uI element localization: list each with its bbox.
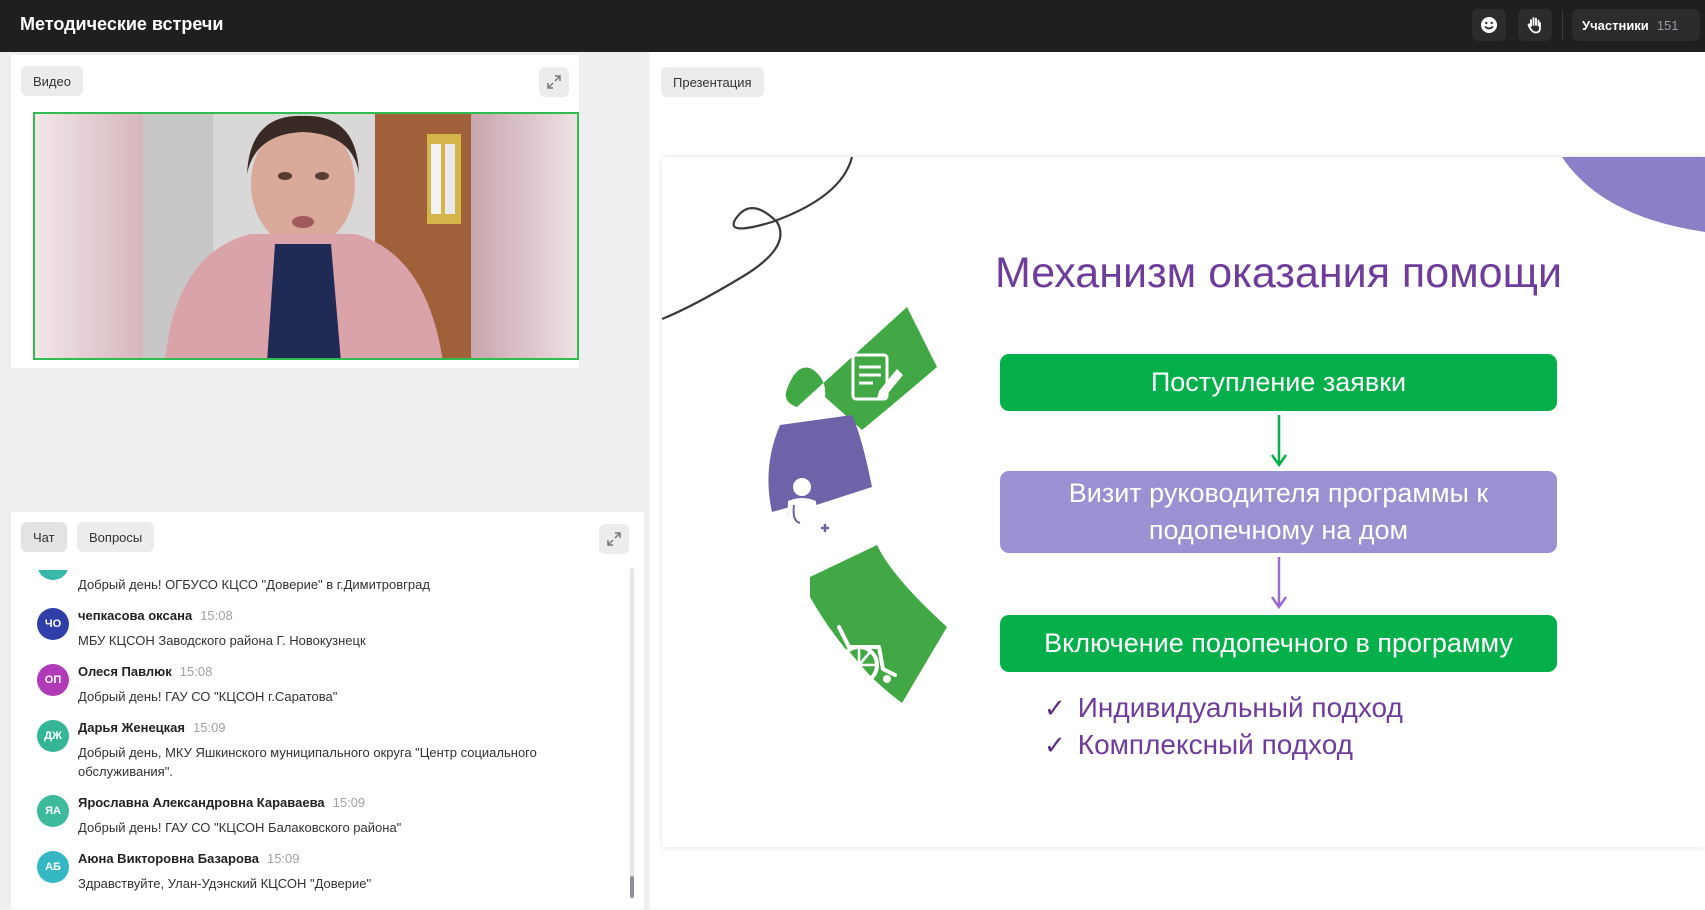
avatar: ДЖ [37, 720, 69, 752]
chat-message-text: Добрый день! ГАУ СО "КЦСОН Балаковского … [78, 820, 402, 835]
avatar: АР [37, 570, 69, 580]
chat-author: Ярославна Александровна Караваева 15:09 [78, 795, 365, 810]
checkmark-icon: ✓ [1044, 730, 1066, 760]
doctor-icon [786, 478, 834, 547]
chat-time: 15:09 [193, 720, 226, 735]
step-box: Поступление заявки [1000, 354, 1557, 411]
chat-author: чепкасова оксана 15:08 [78, 608, 233, 623]
chat-author-name: чепкасова оксана [78, 608, 193, 623]
slide-bullet-text: Комплексный подход [1077, 729, 1354, 760]
chat-message-text: МБУ КЦСОН Заводского района Г. Новокузне… [78, 633, 366, 648]
chat-message-text: Добрый день! ОГБУСО КЦСО "Доверие" в г.Д… [78, 577, 430, 592]
chat-time: 15:08 [179, 664, 213, 679]
avatar: АБ [37, 851, 69, 883]
app-title: Методические встречи [20, 14, 224, 34]
expand-icon [607, 532, 621, 546]
chat-author-name: Дарья Женецкая [78, 720, 185, 735]
speaker-video-image [35, 114, 577, 358]
top-bar: Методические встречи Участники 151 [0, 0, 1705, 52]
avatar: ЧО [37, 608, 69, 640]
tab-video[interactable]: Видео [21, 66, 83, 96]
slide-bullet: ✓ Комплексный подход [1044, 729, 1353, 761]
slide-title: Механизм оказания помощи [995, 249, 1562, 297]
chat-scrollbar-thumb[interactable] [630, 876, 634, 898]
notepad-pencil-icon [851, 353, 903, 401]
wheelchair-icon [837, 625, 897, 685]
video-expand-button[interactable] [539, 67, 569, 97]
step-box: Визит руководителя программы к подопечно… [1000, 471, 1557, 553]
slide-bullet-text: Индивидуальный подход [1077, 692, 1403, 723]
chat-scrollbar[interactable] [630, 568, 634, 898]
slide-bullet: ✓ Индивидуальный подход [1044, 692, 1403, 724]
video-stream[interactable] [33, 112, 579, 360]
chat-time: 15:08 [200, 608, 233, 623]
top-separator [1562, 10, 1563, 40]
chat-card: Чат Вопросы АР Добрый день! ОГБУСО КЦСО … [11, 512, 644, 909]
avatar: ОП [37, 664, 69, 696]
chat-message-text: Добрый день, МКУ Яшкинского муниципально… [78, 745, 537, 779]
checkmark-icon: ✓ [1044, 693, 1066, 723]
chat-author-name: Олеся Павлюк [78, 664, 172, 679]
participants-count: 151 [1656, 17, 1679, 33]
video-card: Видео [11, 55, 579, 368]
tab-questions[interactable]: Вопросы [77, 522, 155, 552]
chat-message-text: Добрый день! ГАУ СО "КЦСОН г.Саратова" [78, 689, 338, 704]
chat-author: Аюна Викторовна Базарова 15:09 [78, 851, 300, 866]
chat-author-name: Аюна Викторовна Базарова [78, 851, 259, 866]
participants-label: Участники [1582, 17, 1649, 33]
chat-message-list[interactable]: АР Добрый день! ОГБУСО КЦСО "Доверие" в … [25, 570, 625, 910]
chat-author: Олеся Павлюк 15:08 [78, 664, 212, 679]
expand-icon [547, 75, 561, 89]
chat-expand-button[interactable] [599, 524, 629, 554]
arrow-down-icon [1270, 415, 1288, 468]
smile-icon [1481, 17, 1497, 33]
participants-button[interactable]: Участники 151 [1572, 9, 1700, 41]
tab-presentation[interactable]: Презентация [661, 67, 764, 97]
chat-author: Дарья Женецкая 15:09 [78, 720, 226, 735]
presentation-slide: Механизм оказания помощи Поступление зая… [662, 157, 1705, 847]
step-box: Включение подопечного в программу [1000, 615, 1557, 672]
emoji-button[interactable] [1472, 9, 1506, 41]
tab-chat[interactable]: Чат [21, 522, 67, 552]
chat-message-text: Здравствуйте, Улан-Удэнский КЦСОН "Довер… [78, 876, 372, 891]
arrow-down-icon [1270, 557, 1288, 610]
avatar: ЯА [37, 795, 69, 827]
chat-time: 15:09 [332, 795, 366, 810]
raise-hand-icon [1527, 17, 1541, 34]
raise-hand-button[interactable] [1518, 9, 1552, 41]
chat-time: 15:09 [266, 851, 300, 866]
chat-author-name: Ярославна Александровна Караваева [78, 795, 325, 810]
